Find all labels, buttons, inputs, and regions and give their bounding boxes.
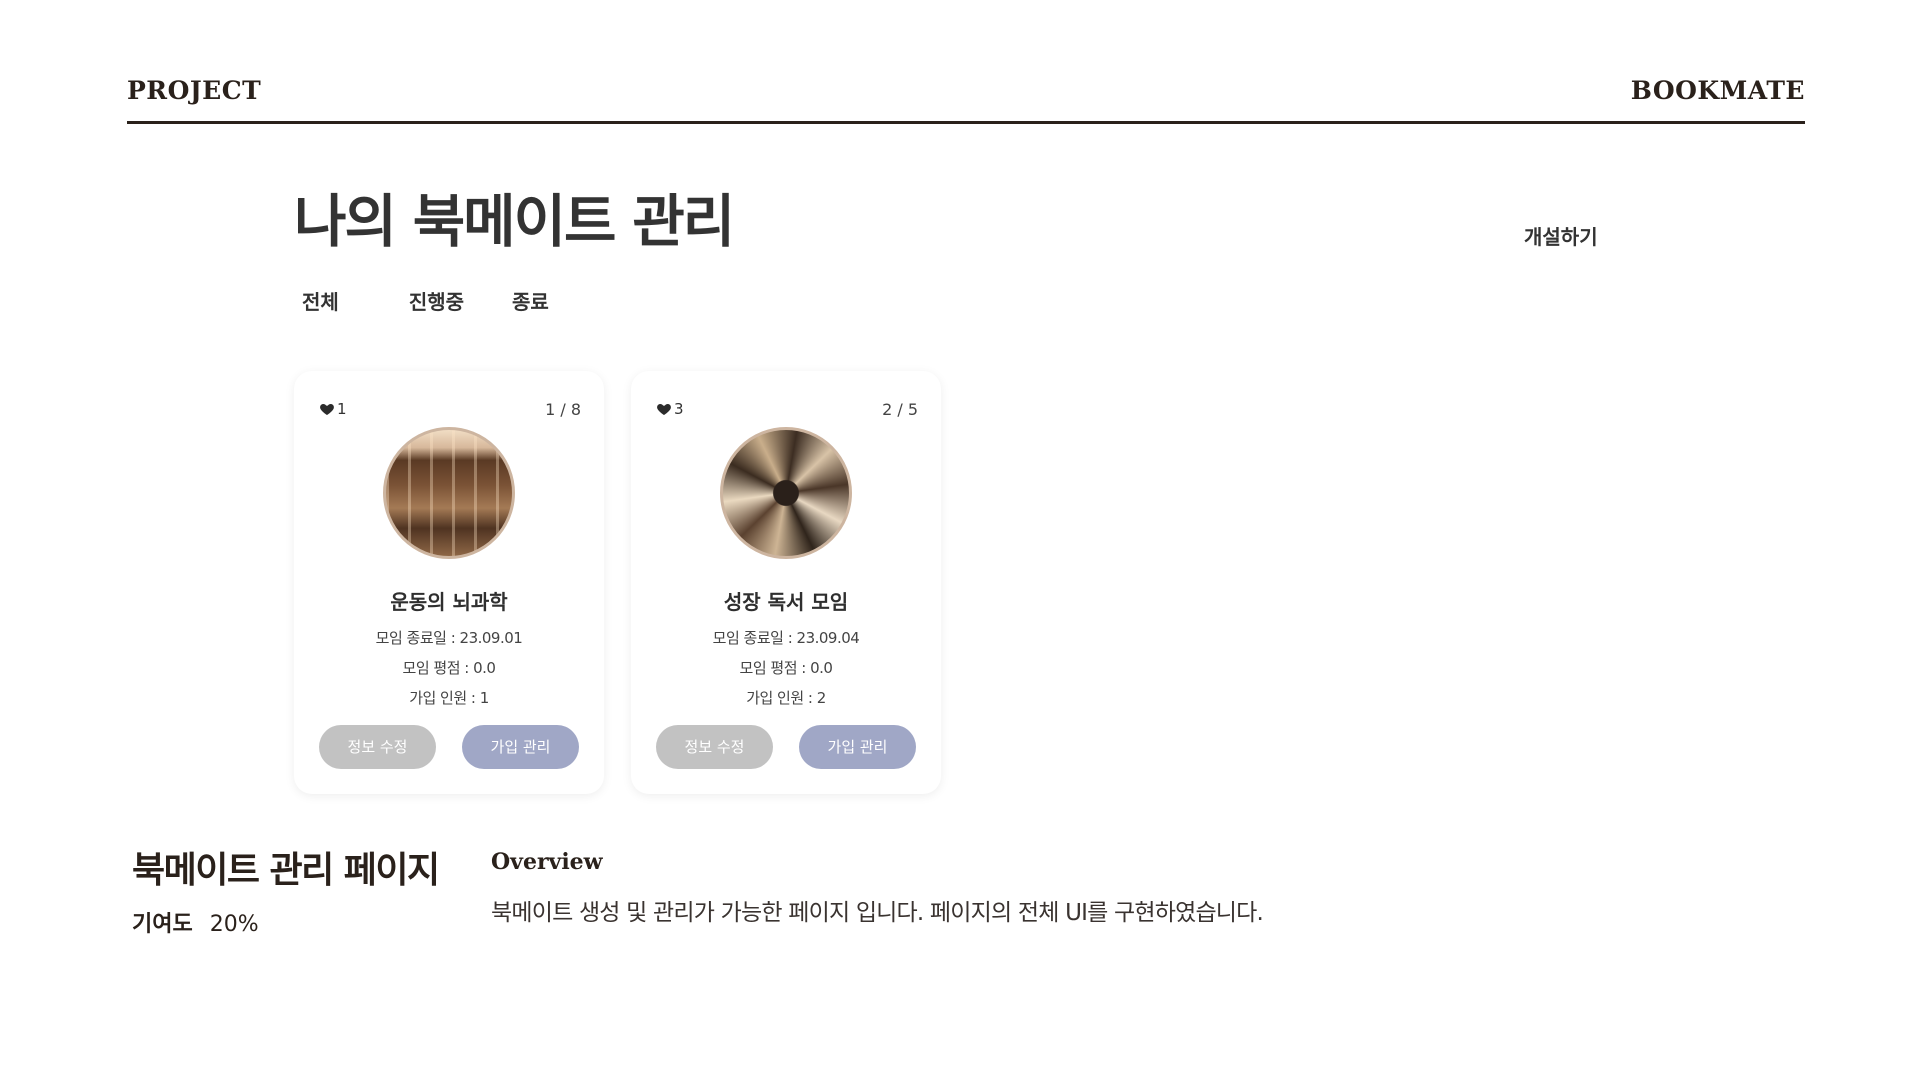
filter-tabs: 전체 진행중 종료	[302, 286, 549, 315]
end-date: 모임 종료일 : 23.09.01	[375, 629, 523, 647]
create-bookmate-button[interactable]: 개설하기	[1524, 221, 1598, 250]
overview-heading: Overview	[491, 849, 603, 875]
edit-info-button[interactable]: 정보 수정	[656, 725, 773, 769]
heart-icon	[320, 404, 334, 415]
member-ratio: 2 / 5	[882, 400, 918, 419]
end-date: 모임 종료일 : 23.09.04	[712, 629, 860, 647]
card-title: 운동의 뇌과학	[390, 590, 508, 614]
bookmate-thumbnail	[720, 427, 852, 559]
like-count-value: 3	[674, 400, 684, 418]
member-count: 가입 인원 : 1	[409, 689, 489, 707]
edit-info-button[interactable]: 정보 수정	[319, 725, 436, 769]
bookmate-card[interactable]: 3 2 / 5 성장 독서 모임 모임 종료일 : 23.09.04 모임 평점…	[631, 371, 941, 794]
manage-members-button[interactable]: 가입 관리	[462, 725, 579, 769]
project-label: PROJECT	[127, 76, 262, 105]
manage-members-button[interactable]: 가입 관리	[799, 725, 916, 769]
contribution-value: 20%	[209, 912, 259, 937]
tab-in-progress[interactable]: 진행중	[409, 286, 464, 315]
like-count[interactable]: 1	[319, 400, 347, 418]
heart-icon	[657, 404, 671, 415]
like-count-value: 1	[337, 400, 347, 418]
like-count[interactable]: 3	[656, 400, 684, 418]
member-count: 가입 인원 : 2	[746, 689, 826, 707]
tab-finished[interactable]: 종료	[512, 286, 549, 315]
member-ratio: 1 / 8	[545, 400, 581, 419]
contribution: 기여도 20%	[132, 906, 259, 938]
contribution-label: 기여도	[132, 912, 193, 937]
bookmate-thumbnail	[383, 427, 515, 559]
rating: 모임 평점 : 0.0	[739, 659, 833, 677]
header-divider	[127, 121, 1805, 124]
card-title: 성장 독서 모임	[723, 590, 849, 614]
project-name: BOOKMATE	[1630, 76, 1805, 105]
rating: 모임 평점 : 0.0	[402, 659, 496, 677]
section-title: 북메이트 관리 페이지	[132, 850, 440, 891]
overview-text: 북메이트 생성 및 관리가 가능한 페이지 입니다. 페이지의 전체 UI를 구…	[491, 900, 1264, 926]
page-title: 나의 북메이트 관리	[294, 189, 735, 255]
bookmate-card[interactable]: 1 1 / 8 운동의 뇌과학 모임 종료일 : 23.09.01 모임 평점 …	[294, 371, 604, 794]
tab-all[interactable]: 전체	[302, 286, 339, 315]
